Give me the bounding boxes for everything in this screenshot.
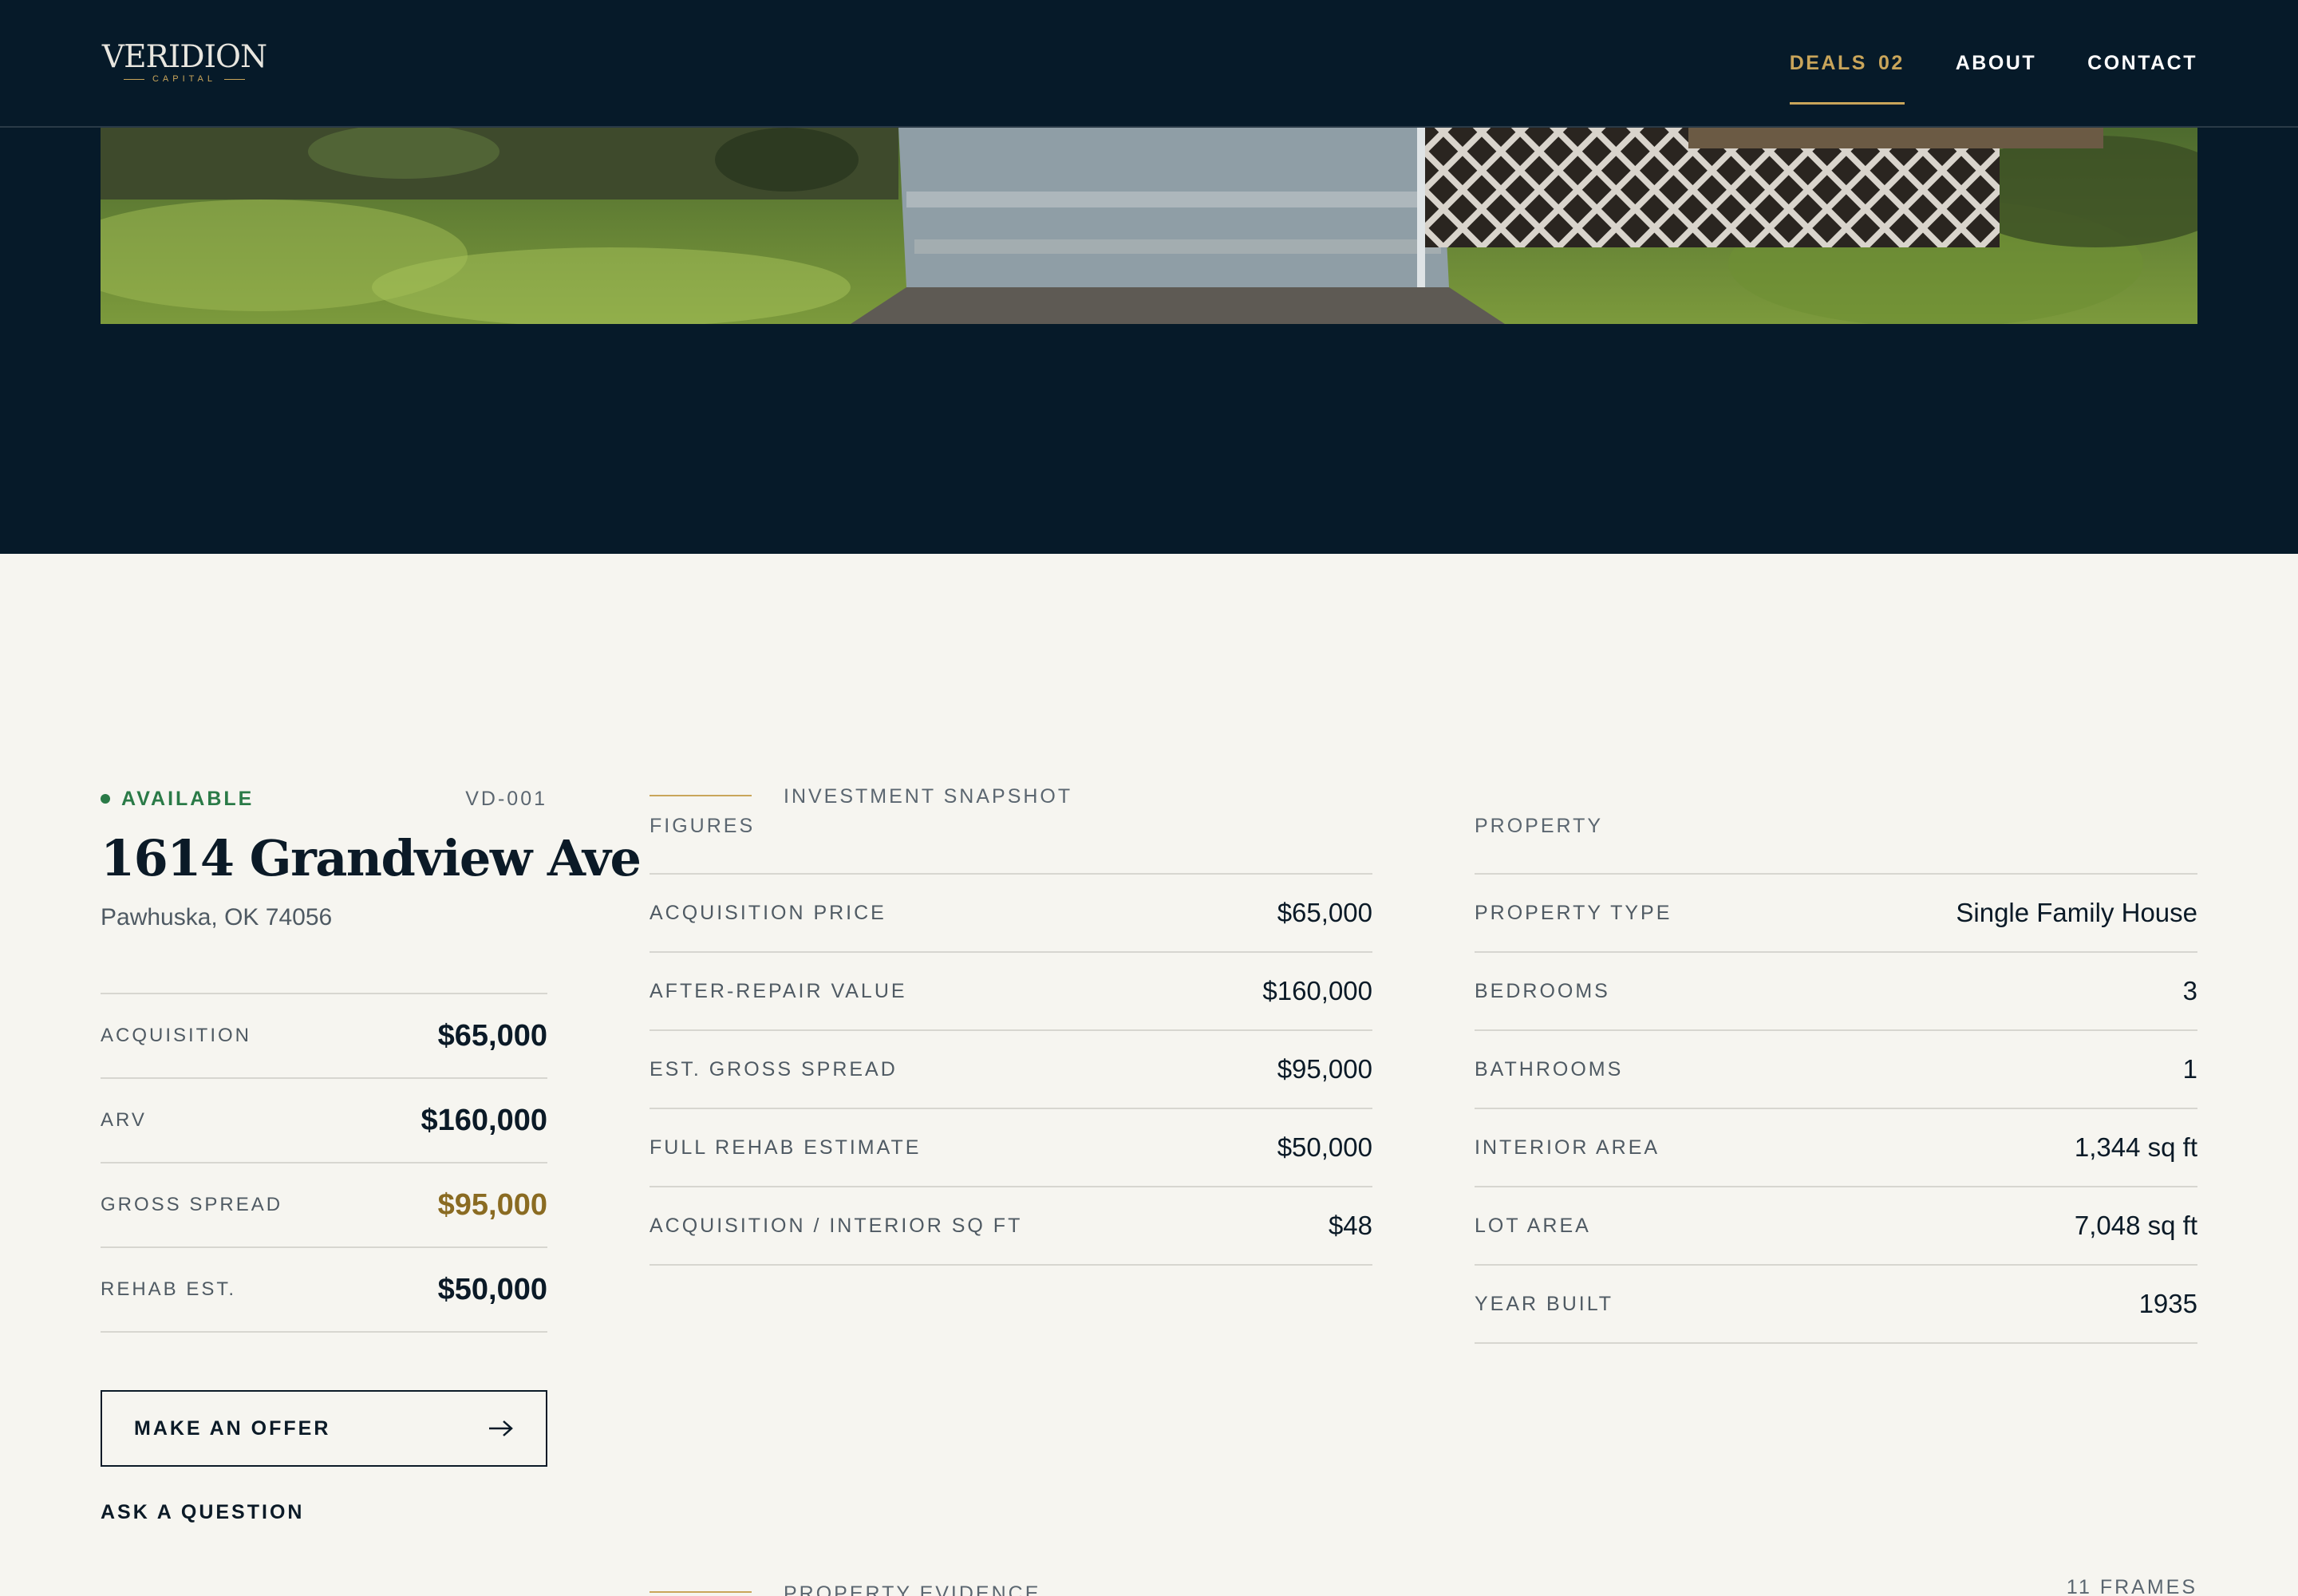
table-row: BATHROOMS 1: [1475, 1031, 2197, 1109]
nav-deals[interactable]: DEALS 02: [1789, 51, 1905, 105]
table-row: AFTER-REPAIR VALUE $160,000: [650, 953, 1372, 1031]
nav-about[interactable]: ABOUT: [1956, 51, 2036, 75]
metric-row-arv: ARV $160,000: [101, 1079, 547, 1163]
figure-label: FULL REHAB ESTIMATE: [650, 1136, 922, 1159]
table-row: ACQUISITION PRICE $65,000: [650, 875, 1372, 953]
property-address-title: 1614 Grandview Ave: [101, 829, 642, 887]
nav-active-underline: [1789, 102, 1905, 105]
figure-value: $48: [1328, 1211, 1372, 1240]
metric-value: $160,000: [421, 1103, 548, 1137]
logo-subtitle: CAPITAL: [152, 74, 217, 84]
figure-value: $160,000: [1262, 976, 1372, 1005]
figure-label: AFTER-REPAIR VALUE: [650, 979, 907, 1002]
property-label: BEDROOMS: [1475, 979, 1610, 1002]
metric-value: $65,000: [437, 1018, 547, 1053]
property-label: LOT AREA: [1475, 1214, 1591, 1237]
property-label: YEAR BUILT: [1475, 1292, 1614, 1315]
nav-contact[interactable]: CONTACT: [2087, 51, 2197, 75]
status-dot-icon: [101, 794, 110, 804]
table-row: PROPERTY TYPE Single Family House: [1475, 875, 2197, 953]
property-value: Single Family House: [1956, 898, 2197, 927]
evidence-section-rule: [650, 1591, 752, 1593]
property-label: INTERIOR AREA: [1475, 1136, 1660, 1159]
property-table: PROPERTY TYPE Single Family House BEDROO…: [1475, 873, 2197, 1344]
figure-label: EST. GROSS SPREAD: [650, 1057, 898, 1080]
metric-row-rehab: REHAB EST. $50,000: [101, 1248, 547, 1333]
veridion-logo[interactable]: VERIDION CAPITAL: [101, 40, 268, 88]
property-label: PROPERTY TYPE: [1475, 901, 1672, 924]
make-offer-button[interactable]: MAKE AN OFFER: [101, 1390, 547, 1467]
nav-deals-label: DEALS: [1789, 52, 1867, 74]
figure-label: ACQUISITION PRICE: [650, 901, 886, 924]
figures-eyebrow: INVESTMENT SNAPSHOT: [784, 785, 1073, 808]
figure-value: $65,000: [1277, 898, 1372, 927]
nav-deals-count: 02: [1877, 52, 1905, 74]
table-row: FULL REHAB ESTIMATE $50,000: [650, 1109, 1372, 1187]
metric-value: $50,000: [437, 1272, 547, 1306]
metric-label: ARV: [101, 1109, 147, 1131]
table-row: YEAR BUILT 1935: [1475, 1266, 2197, 1344]
property-label: BATHROOMS: [1475, 1057, 1624, 1080]
logo-rule-right: [224, 78, 246, 80]
metric-label: ACQUISITION: [101, 1025, 252, 1046]
key-metrics-list: ACQUISITION $65,000 ARV $160,000 GROSS S…: [101, 993, 547, 1333]
table-row: ACQUISITION / INTERIOR SQ FT $48: [650, 1187, 1372, 1266]
property-value: 7,048 sq ft: [2074, 1211, 2197, 1240]
property-value: 3: [2182, 976, 2197, 1005]
logo-rule-left: [123, 78, 144, 80]
metric-value: $95,000: [437, 1187, 547, 1222]
property-photo-image: [101, 128, 2197, 324]
property-subtitle: PROPERTY: [1475, 815, 1604, 837]
property-photo[interactable]: [101, 128, 2197, 324]
evidence-eyebrow: PROPERTY EVIDENCE: [784, 1582, 1041, 1596]
property-city: Pawhuska, OK 74056: [101, 904, 333, 930]
logo-wordmark: VERIDION: [101, 39, 267, 75]
figure-value: $95,000: [1277, 1054, 1372, 1084]
ask-question-link[interactable]: ASK A QUESTION: [101, 1500, 304, 1524]
evidence-frame-count: 11 FRAMES: [2066, 1576, 2197, 1596]
logo-subline: CAPITAL: [101, 73, 268, 85]
property-value: 1935: [2138, 1289, 2197, 1318]
property-value: 1: [2182, 1054, 2197, 1084]
table-row: BEDROOMS 3: [1475, 953, 2197, 1031]
figure-value: $50,000: [1277, 1132, 1372, 1162]
figure-label: ACQUISITION / INTERIOR SQ FT: [650, 1214, 1023, 1237]
property-value: 1,344 sq ft: [2074, 1132, 2197, 1162]
metric-label: GROSS SPREAD: [101, 1194, 283, 1215]
metric-label: REHAB EST.: [101, 1278, 237, 1300]
metric-row-gross-spread: GROSS SPREAD $95,000: [101, 1163, 547, 1248]
table-row: EST. GROSS SPREAD $95,000: [650, 1031, 1372, 1109]
top-navigation-bar: VERIDION CAPITAL DEALS 02 ABOUT CONTACT: [0, 0, 2298, 128]
listing-id: VD-001: [465, 788, 547, 810]
figures-subtitle: FIGURES: [650, 815, 756, 837]
main-nav: DEALS 02 ABOUT CONTACT: [1789, 51, 2197, 105]
metric-row-acquisition: ACQUISITION $65,000: [101, 994, 547, 1079]
make-offer-label: MAKE AN OFFER: [134, 1416, 331, 1440]
table-row: LOT AREA 7,048 sq ft: [1475, 1187, 2197, 1266]
arrow-right-icon: [489, 1420, 513, 1436]
availability-status: AVAILABLE: [101, 787, 254, 811]
status-label: AVAILABLE: [121, 788, 255, 810]
table-row: INTERIOR AREA 1,344 sq ft: [1475, 1109, 2197, 1187]
figures-section-rule: [650, 795, 752, 796]
figures-table: ACQUISITION PRICE $65,000 AFTER-REPAIR V…: [650, 873, 1372, 1266]
